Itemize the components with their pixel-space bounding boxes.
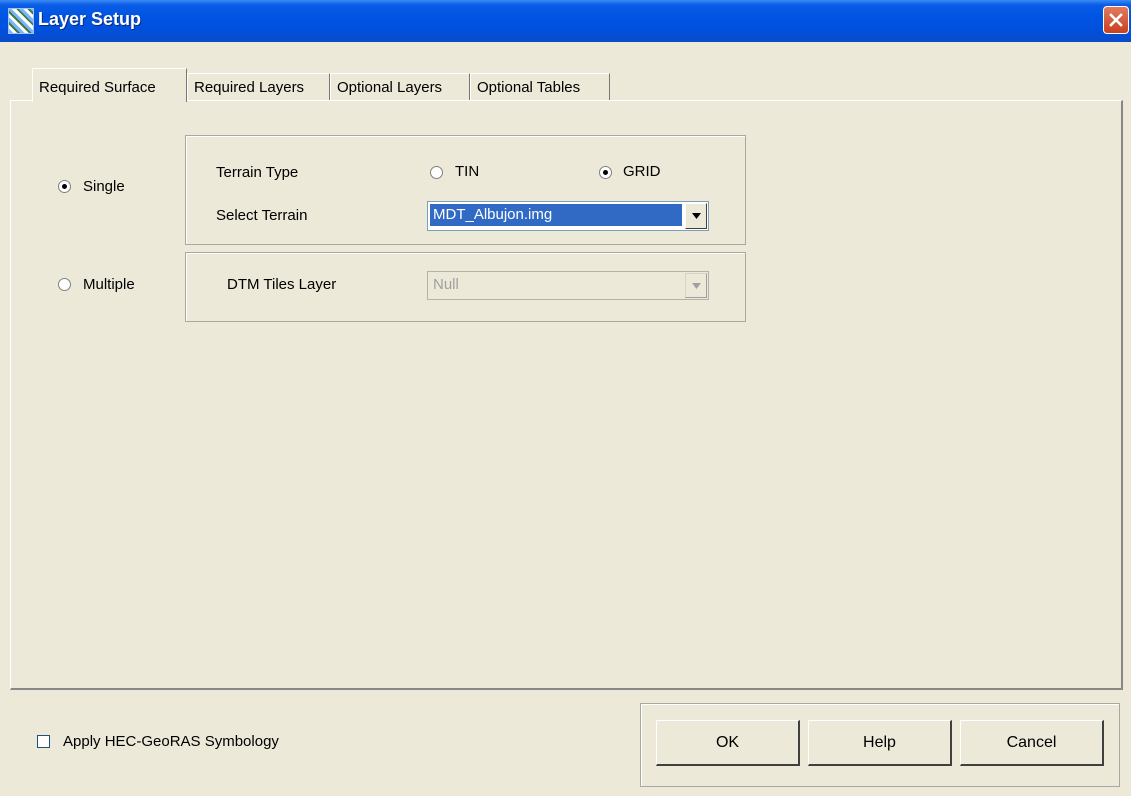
tab-optional-tables[interactable]: Optional Tables <box>470 73 610 101</box>
cancel-button[interactable]: Cancel <box>960 720 1104 766</box>
multiple-label: Multiple <box>83 276 135 293</box>
chevron-down-icon <box>692 283 701 289</box>
layer-setup-dialog: Layer Setup Required Surface Required La… <box>0 0 1131 796</box>
tab-required-layers[interactable]: Required Layers <box>187 73 330 101</box>
help-button[interactable]: Help <box>808 720 952 766</box>
apply-symbology-checkbox[interactable] <box>37 735 50 748</box>
select-terrain-dropdown-button[interactable] <box>685 203 707 229</box>
terrain-type-label: Terrain Type <box>216 164 299 181</box>
tin-radio[interactable] <box>430 166 443 179</box>
ok-button[interactable]: OK <box>656 720 800 766</box>
single-label: Single <box>83 178 125 195</box>
window-title: Layer Setup <box>38 9 142 29</box>
dtm-tiles-layer-dropdown[interactable]: Null <box>427 271 709 300</box>
select-terrain-label: Select Terrain <box>216 207 308 224</box>
dtm-tiles-dropdown-button[interactable] <box>685 273 707 298</box>
tin-label: TIN <box>455 163 480 180</box>
grid-label: GRID <box>623 163 661 180</box>
dtm-tiles-layer-label: DTM Tiles Layer <box>227 276 337 293</box>
title-bar[interactable]: Layer Setup <box>0 0 1131 42</box>
select-terrain-value: MDT_Albujon.img <box>430 204 682 226</box>
chevron-down-icon <box>692 213 701 219</box>
grid-radio[interactable] <box>599 166 612 179</box>
tab-required-surface[interactable]: Required Surface <box>32 68 187 102</box>
close-icon <box>1109 13 1123 27</box>
app-icon <box>8 8 34 34</box>
single-radio[interactable] <box>58 180 71 193</box>
close-button[interactable] <box>1103 6 1129 34</box>
multiple-radio[interactable] <box>58 278 71 291</box>
tab-optional-layers[interactable]: Optional Layers <box>330 73 470 101</box>
apply-symbology-label: Apply HEC-GeoRAS Symbology <box>63 733 279 750</box>
dtm-tiles-layer-value: Null <box>433 276 459 293</box>
select-terrain-dropdown[interactable]: MDT_Albujon.img <box>427 201 709 231</box>
